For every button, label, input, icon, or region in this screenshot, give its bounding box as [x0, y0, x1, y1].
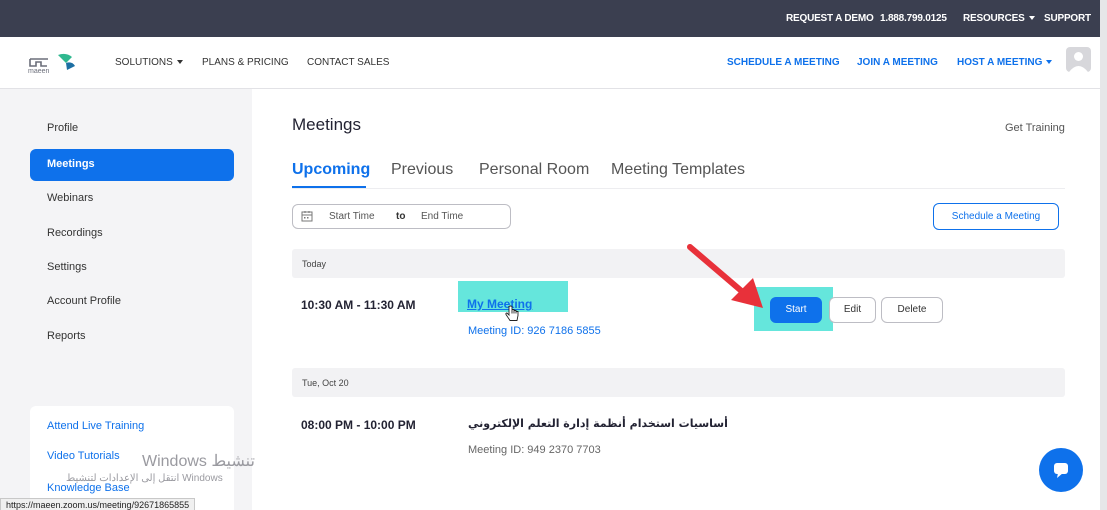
sidebar-item-webinars[interactable]: Webinars	[30, 180, 234, 212]
sidebar-item-account-profile[interactable]: Account Profile	[30, 283, 234, 315]
chevron-down-icon	[1046, 60, 1053, 65]
plans-pricing-link[interactable]: PLANS & PRICING	[202, 57, 289, 68]
support-link[interactable]: SUPPORT	[1044, 13, 1091, 24]
resources-label: RESOURCES	[963, 13, 1025, 24]
attend-live-training-link[interactable]: Attend Live Training	[47, 420, 144, 432]
solutions-label: SOLUTIONS	[115, 57, 173, 68]
main-navigation: maeen SOLUTIONS PLANS & PRICING CONTACT …	[0, 37, 1100, 89]
top-utility-bar: REQUEST A DEMO 1.888.799.0125 RESOURCES …	[0, 0, 1107, 37]
date-range-picker[interactable]: Start Time to End Time	[292, 204, 511, 229]
sidebar-item-recordings[interactable]: Recordings	[30, 215, 234, 247]
request-demo-link[interactable]: REQUEST A DEMO	[786, 13, 874, 24]
active-tab-indicator	[292, 186, 366, 188]
chevron-down-icon	[176, 60, 183, 65]
maeen-logo[interactable]: maeen	[28, 51, 88, 77]
tab-previous[interactable]: Previous	[391, 161, 453, 179]
edit-button[interactable]: Edit	[829, 297, 876, 323]
tab-divider	[292, 188, 1065, 189]
sidebar-item-reports[interactable]: Reports	[30, 318, 234, 350]
tab-upcoming[interactable]: Upcoming	[292, 161, 370, 179]
tab-meeting-templates[interactable]: Meeting Templates	[611, 161, 745, 179]
meeting-id: Meeting ID: 949 2370 7703	[468, 444, 601, 456]
day-header-today: Today	[292, 249, 1065, 278]
phone-number[interactable]: 1.888.799.0125	[880, 13, 947, 24]
meeting-title-link[interactable]: My Meeting	[467, 297, 532, 311]
page-scrollbar[interactable]	[1100, 0, 1107, 510]
join-meeting-nav-link[interactable]: JOIN A MEETING	[857, 57, 938, 68]
start-button[interactable]: Start	[770, 297, 822, 323]
windows-activation-hint: انتقل إلى الإعدادات لتنشيط Windows	[66, 473, 223, 484]
user-icon	[1069, 52, 1088, 72]
meeting-title-link[interactable]: أساسيات استخدام أنظمة إدارة التعلم الإلك…	[468, 417, 728, 430]
get-training-link[interactable]: Get Training	[1005, 122, 1065, 134]
contact-sales-link[interactable]: CONTACT SALES	[307, 57, 389, 68]
video-tutorials-link[interactable]: Video Tutorials	[47, 450, 120, 462]
schedule-meeting-nav-link[interactable]: SCHEDULE A MEETING	[727, 57, 840, 68]
red-arrow-annotation-icon	[683, 240, 773, 320]
page-title: Meetings	[292, 115, 361, 134]
sidebar-item-settings[interactable]: Settings	[30, 249, 234, 281]
range-separator: to	[396, 211, 406, 222]
chat-bubble-icon	[1054, 463, 1068, 478]
schedule-meeting-button[interactable]: Schedule a Meeting	[933, 203, 1059, 230]
avatar[interactable]	[1066, 47, 1091, 72]
logo-text: maeen	[28, 68, 50, 75]
meeting-time: 10:30 AM - 11:30 AM	[301, 298, 416, 312]
delete-button[interactable]: Delete	[881, 297, 943, 323]
chevron-down-icon	[1028, 16, 1035, 21]
browser-status-url: https://maeen.zoom.us/meeting/9267186585…	[0, 498, 196, 510]
host-meeting-menu[interactable]: HOST A MEETING	[957, 57, 1053, 68]
resources-menu[interactable]: RESOURCES	[963, 13, 1035, 24]
sidebar-item-profile[interactable]: Profile	[30, 110, 234, 142]
host-meeting-label: HOST A MEETING	[957, 57, 1043, 68]
end-time-input[interactable]: End Time	[421, 211, 463, 222]
sidebar-item-meetings[interactable]: Meetings	[30, 149, 234, 181]
calendar-icon	[301, 210, 313, 225]
meeting-id: Meeting ID: 926 7186 5855	[468, 325, 601, 337]
tab-personal-room[interactable]: Personal Room	[479, 161, 589, 179]
day-header-tue-oct-20: Tue, Oct 20	[292, 368, 1065, 397]
chat-support-button[interactable]	[1039, 448, 1083, 492]
start-time-input[interactable]: Start Time	[329, 211, 375, 222]
solutions-menu[interactable]: SOLUTIONS	[115, 57, 183, 68]
windows-activation-watermark: Windows تنشيط	[142, 453, 255, 470]
meeting-time: 08:00 PM - 10:00 PM	[301, 418, 416, 432]
